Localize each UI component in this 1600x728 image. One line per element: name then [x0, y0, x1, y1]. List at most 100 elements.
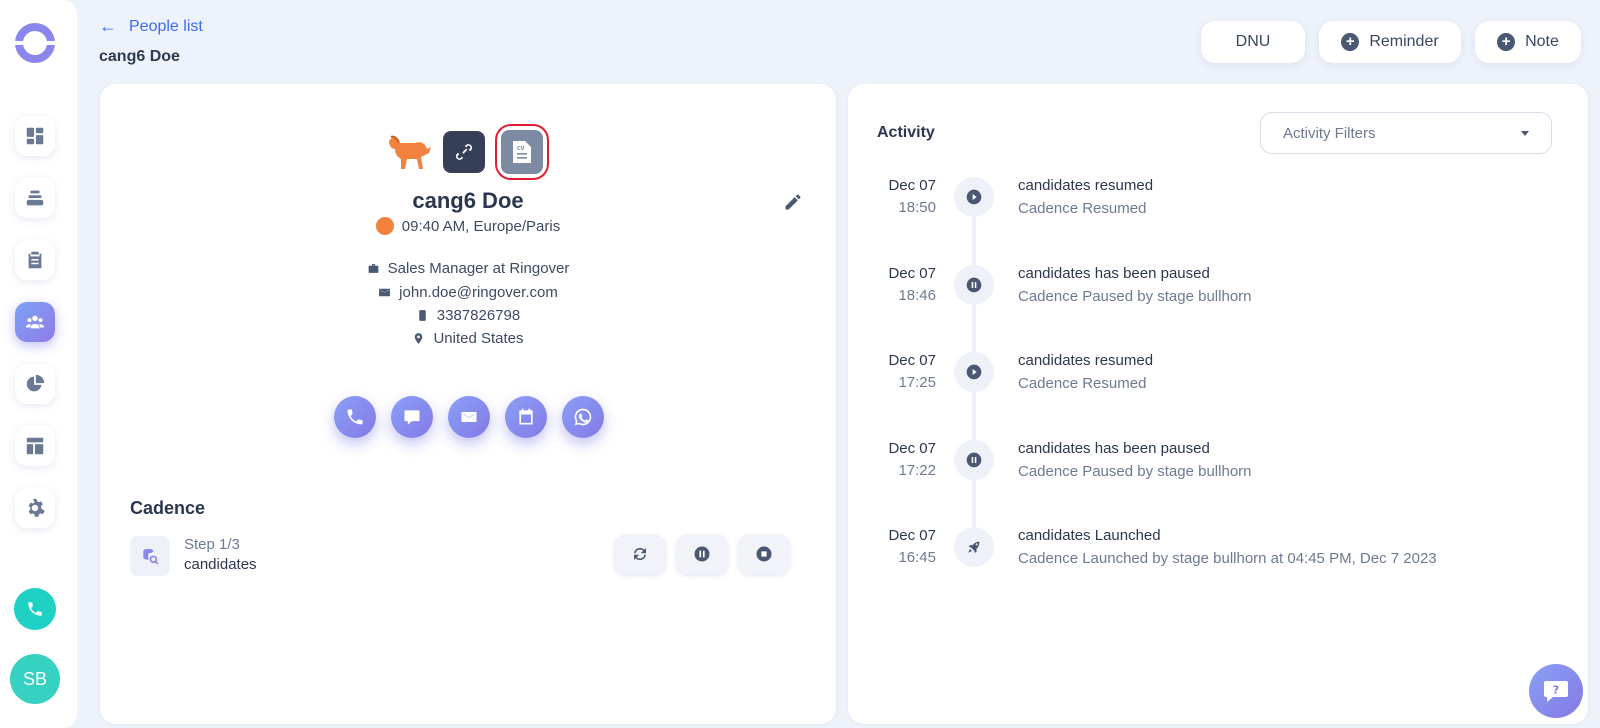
activity-date: Dec 07	[888, 265, 936, 282]
activity-title: Activity	[877, 124, 935, 141]
activity-title-text: candidates has been paused	[1018, 265, 1210, 282]
activity-filter-select[interactable]: Activity Filters	[1260, 112, 1552, 154]
pause-icon	[954, 265, 994, 305]
whatsapp-button[interactable]	[562, 396, 604, 438]
activity-date: Dec 07	[888, 440, 936, 457]
mail-icon	[379, 288, 391, 297]
page-title: cang6 Doe	[99, 48, 180, 65]
location-row: United States	[100, 330, 836, 347]
integration-badges: CV	[385, 124, 549, 180]
activity-description: Cadence Resumed	[1018, 200, 1147, 217]
timezone-row: 09:40 AM, Europe/Paris	[100, 217, 836, 235]
activity-item: Dec 07 18:50 candidates resumed Cadence …	[848, 177, 1588, 237]
bullhorn-logo-icon[interactable]	[385, 131, 433, 173]
refresh-icon	[634, 547, 646, 561]
caret-down-icon	[1521, 130, 1529, 136]
dnu-button[interactable]: DNU	[1201, 21, 1305, 63]
cadence-refresh-button[interactable]	[614, 534, 666, 574]
back-label: People list	[129, 17, 203, 35]
app-logo[interactable]	[13, 23, 57, 63]
whatsapp-icon	[574, 408, 592, 426]
activity-title-text: candidates Launched	[1018, 527, 1161, 544]
pause-icon	[954, 440, 994, 480]
activity-item: Dec 07 18:46 candidates has been paused …	[848, 265, 1588, 325]
activity-time: 18:50	[898, 199, 936, 216]
layout-icon[interactable]	[15, 426, 55, 466]
activity-date: Dec 07	[888, 527, 936, 544]
clipboard-icon[interactable]	[15, 240, 55, 280]
email-row: john.doe@ringover.com	[100, 284, 836, 301]
link-icon[interactable]	[443, 131, 485, 173]
activity-item: Dec 07 17:22 candidates has been paused …	[848, 440, 1588, 500]
activity-item: Dec 07 17:25 candidates resumed Cadence …	[848, 352, 1588, 412]
cadence-title: Cadence	[130, 498, 206, 518]
phone-value[interactable]: 3387826798	[437, 307, 520, 324]
activity-time: 18:46	[898, 287, 936, 304]
call-button[interactable]	[334, 396, 376, 438]
pie-chart-icon[interactable]	[15, 364, 55, 404]
plus-circle-icon: +	[1497, 33, 1516, 51]
briefcase-icon	[368, 264, 378, 273]
sms-button[interactable]	[391, 396, 433, 438]
phone-row: 3387826798	[100, 307, 836, 324]
edit-pencil-icon[interactable]	[783, 192, 803, 212]
activity-date: Dec 07	[888, 177, 936, 194]
cadence-step-icon	[130, 536, 170, 576]
user-avatar[interactable]: SB	[10, 654, 60, 704]
activity-filter-label: Activity Filters	[1283, 124, 1376, 142]
dnu-label: DNU	[1235, 33, 1271, 50]
help-bubble-icon: ?	[1544, 681, 1568, 702]
activity-time: 17:22	[898, 462, 936, 479]
activity-title-text: candidates has been paused	[1018, 440, 1210, 457]
activity-time: 17:25	[898, 374, 936, 391]
cv-button[interactable]: CV	[495, 124, 549, 180]
cv-document-icon: CV	[501, 130, 543, 174]
help-chat-button[interactable]: ?	[1529, 664, 1583, 718]
globe-clock-icon	[375, 217, 394, 235]
gear-icon[interactable]	[15, 488, 55, 528]
person-name: cang6 Doe	[412, 188, 524, 213]
cadence-stop-button[interactable]	[738, 534, 790, 574]
reminder-button[interactable]: + Reminder	[1319, 21, 1461, 63]
activity-time: 16:45	[898, 549, 936, 566]
people-icon[interactable]	[15, 302, 55, 342]
sidebar: SB	[0, 0, 77, 728]
reminder-label: Reminder	[1369, 33, 1439, 50]
email-button[interactable]	[448, 396, 490, 438]
back-to-people-list-link[interactable]: ← People list	[99, 16, 203, 37]
activity-title-text: candidates resumed	[1018, 352, 1154, 369]
dashboard-icon[interactable]	[15, 116, 55, 156]
calendar-icon	[519, 408, 533, 425]
layers-icon[interactable]	[15, 178, 55, 218]
activity-description: Cadence Resumed	[1018, 375, 1147, 392]
phone-icon	[347, 409, 363, 425]
cadence-step-label: Step 1/3	[184, 536, 240, 553]
play-icon	[954, 352, 994, 392]
location-pin-icon	[415, 333, 423, 344]
email-value[interactable]: john.doe@ringover.com	[399, 284, 558, 301]
calendar-button[interactable]	[505, 396, 547, 438]
activity-description: Cadence Launched by stage bullhorn at 04…	[1018, 550, 1437, 567]
cadence-step-name[interactable]: candidates	[184, 556, 257, 573]
activity-description: Cadence Paused by stage bullhorn	[1018, 463, 1252, 480]
profile-card: CV cang6 Doe 09:40 AM, Europe/Paris Sale…	[100, 84, 836, 724]
contact-actions	[334, 396, 604, 438]
svg-text:CV: CV	[517, 146, 525, 152]
pause-icon	[694, 546, 710, 562]
timezone-value: 09:40 AM, Europe/Paris	[401, 217, 561, 235]
activity-title-text: candidates resumed	[1018, 177, 1154, 194]
play-icon	[954, 177, 994, 217]
chat-icon	[404, 410, 420, 425]
dialer-button[interactable]	[14, 588, 56, 630]
activity-item: Dec 07 16:45 candidates Launched Cadence…	[848, 527, 1588, 587]
arrow-left-icon: ←	[99, 16, 117, 36]
activity-card: Activity Activity Filters Dec 07 18:50 c…	[848, 84, 1588, 724]
note-button[interactable]: + Note	[1475, 21, 1581, 63]
activity-date: Dec 07	[888, 352, 936, 369]
mail-icon	[461, 412, 477, 422]
note-label: Note	[1525, 33, 1559, 50]
cadence-pause-button[interactable]	[676, 534, 728, 574]
job-row: Sales Manager at Ringover	[100, 260, 836, 277]
job-title: Sales Manager at Ringover	[387, 260, 570, 277]
svg-text:?: ?	[1553, 684, 1559, 697]
